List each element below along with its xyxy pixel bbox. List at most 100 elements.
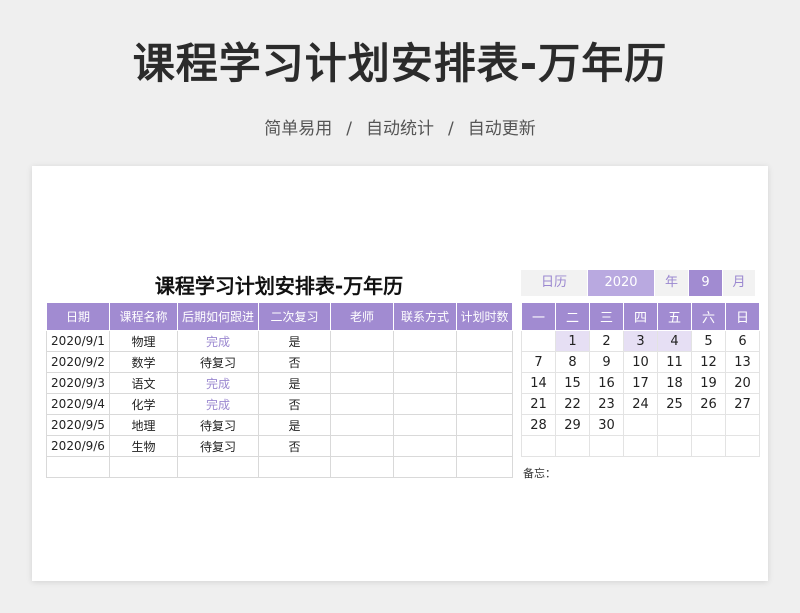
calendar-day[interactable]: 16 [589,372,624,394]
column-header-teacher[interactable]: 老师 [330,302,394,331]
calendar-empty-cell[interactable] [623,435,658,457]
cell-hours[interactable] [456,393,513,415]
calendar-day[interactable]: 21 [521,393,556,415]
calendar-day[interactable]: 12 [691,351,726,373]
cell-followup[interactable]: 完成 [177,330,259,352]
calendar-day[interactable]: 3 [623,330,658,352]
cell-empty[interactable] [177,456,259,478]
cell-contact[interactable] [393,393,457,415]
cell-hours[interactable] [456,372,513,394]
column-header-hours[interactable]: 计划时数 [456,302,513,331]
cell-review[interactable]: 是 [258,414,331,436]
calendar-day[interactable]: 7 [521,351,556,373]
cell-course[interactable]: 物理 [109,330,178,352]
cell-hours[interactable] [456,414,513,436]
calendar-day[interactable]: 27 [725,393,760,415]
calendar-empty-cell[interactable] [623,414,658,436]
calendar-day[interactable]: 28 [521,414,556,436]
cell-teacher[interactable] [330,351,394,373]
cell-followup[interactable]: 完成 [177,372,259,394]
column-header-review[interactable]: 二次复习 [258,302,331,331]
calendar-day[interactable]: 29 [555,414,590,436]
calendar-empty-cell[interactable] [521,435,556,457]
calendar-day[interactable]: 18 [657,372,692,394]
calendar-day[interactable]: 6 [725,330,760,352]
cell-empty[interactable] [456,456,513,478]
calendar-day[interactable]: 8 [555,351,590,373]
cell-date[interactable]: 2020/9/6 [46,435,110,457]
calendar-day[interactable]: 20 [725,372,760,394]
calendar-empty-cell[interactable] [555,435,590,457]
cell-contact[interactable] [393,372,457,394]
cell-date[interactable]: 2020/9/4 [46,393,110,415]
calendar-day[interactable]: 24 [623,393,658,415]
column-header-contact[interactable]: 联系方式 [393,302,457,331]
cell-contact[interactable] [393,351,457,373]
cell-followup[interactable]: 待复习 [177,435,259,457]
calendar-day[interactable]: 26 [691,393,726,415]
calendar-day[interactable]: 5 [691,330,726,352]
cell-followup[interactable]: 待复习 [177,414,259,436]
cell-course[interactable]: 生物 [109,435,178,457]
calendar-day[interactable]: 2 [589,330,624,352]
calendar-empty-cell[interactable] [691,435,726,457]
cell-date[interactable]: 2020/9/2 [46,351,110,373]
cell-review[interactable]: 否 [258,393,331,415]
cell-contact[interactable] [393,330,457,352]
cell-teacher[interactable] [330,435,394,457]
month-select[interactable]: 9 [689,270,722,296]
cell-teacher[interactable] [330,372,394,394]
cell-course[interactable]: 地理 [109,414,178,436]
calendar-empty-cell[interactable] [657,435,692,457]
calendar-day[interactable]: 15 [555,372,590,394]
calendar-empty-cell[interactable] [589,435,624,457]
cell-course[interactable]: 语文 [109,372,178,394]
cell-teacher[interactable] [330,330,394,352]
cell-date[interactable]: 2020/9/5 [46,414,110,436]
calendar-day[interactable]: 11 [657,351,692,373]
cell-teacher[interactable] [330,414,394,436]
cell-contact[interactable] [393,435,457,457]
cell-hours[interactable] [456,435,513,457]
calendar-day[interactable]: 17 [623,372,658,394]
cell-hours[interactable] [456,330,513,352]
calendar-day[interactable]: 13 [725,351,760,373]
cell-date[interactable]: 2020/9/3 [46,372,110,394]
cell-review[interactable]: 是 [258,372,331,394]
calendar-empty-cell[interactable] [521,330,556,352]
calendar-day[interactable]: 9 [589,351,624,373]
cell-empty[interactable] [393,456,457,478]
calendar-empty-cell[interactable] [725,435,760,457]
year-select[interactable]: 2020 [588,270,654,296]
cell-hours[interactable] [456,351,513,373]
cell-followup[interactable]: 完成 [177,393,259,415]
cell-date[interactable]: 2020/9/1 [46,330,110,352]
cell-followup[interactable]: 待复习 [177,351,259,373]
column-header-course[interactable]: 课程名称 [109,302,178,331]
cell-empty[interactable] [109,456,178,478]
cell-empty[interactable] [330,456,394,478]
cell-course[interactable]: 数学 [109,351,178,373]
column-header-followup[interactable]: 后期如何跟进 [177,302,259,331]
cell-teacher[interactable] [330,393,394,415]
calendar-day[interactable]: 14 [521,372,556,394]
cell-review[interactable]: 是 [258,330,331,352]
calendar-day[interactable]: 10 [623,351,658,373]
cell-review[interactable]: 否 [258,351,331,373]
cell-review[interactable]: 否 [258,435,331,457]
cell-course[interactable]: 化学 [109,393,178,415]
calendar-day[interactable]: 19 [691,372,726,394]
cell-contact[interactable] [393,414,457,436]
calendar-day[interactable]: 30 [589,414,624,436]
column-header-date[interactable]: 日期 [46,302,110,331]
cell-empty[interactable] [258,456,331,478]
calendar-day[interactable]: 4 [657,330,692,352]
calendar-empty-cell[interactable] [691,414,726,436]
calendar-empty-cell[interactable] [725,414,760,436]
calendar-day[interactable]: 23 [589,393,624,415]
calendar-day[interactable]: 1 [555,330,590,352]
calendar-empty-cell[interactable] [657,414,692,436]
calendar-day[interactable]: 22 [555,393,590,415]
cell-empty[interactable] [46,456,110,478]
calendar-day[interactable]: 25 [657,393,692,415]
